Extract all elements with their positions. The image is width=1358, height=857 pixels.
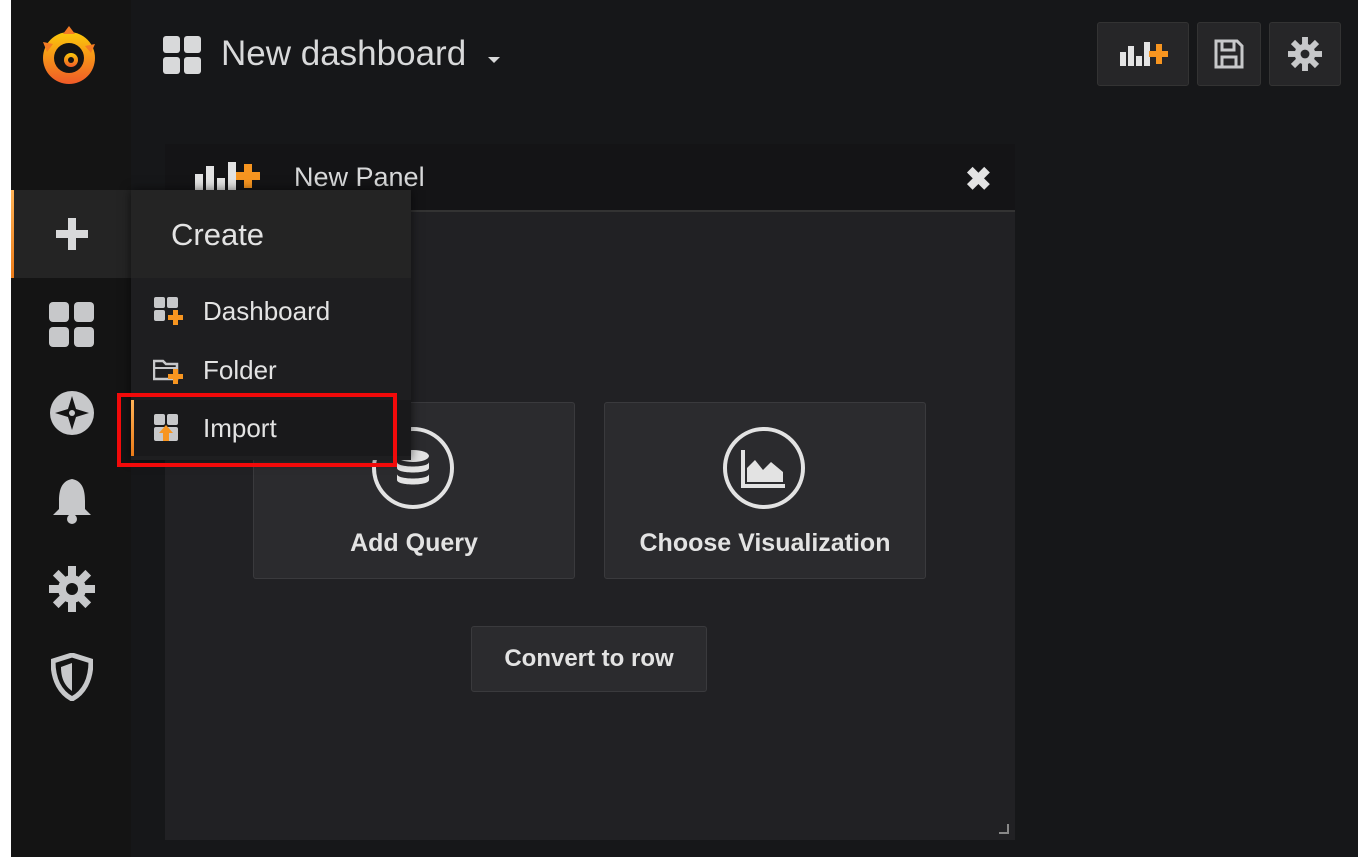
menu-item-folder[interactable]: Folder [131,342,411,398]
folder-plus-icon [152,355,183,390]
resize-handle[interactable] [999,824,1009,834]
add-panel-button[interactable] [1097,22,1189,86]
gear-icon [1288,37,1322,71]
grafana-logo-icon[interactable] [35,22,103,90]
choose-visualization-label: Choose Visualization [639,529,891,557]
dashboard-plus-icon [153,296,183,331]
dashboard-grid-icon [163,36,201,79]
choose-visualization-button[interactable]: Choose Visualization [604,402,926,579]
add-panel-icon [195,162,260,190]
add-query-label: Add Query [350,529,478,557]
explore-icon[interactable] [47,388,97,438]
settings-button[interactable] [1269,22,1341,86]
sidebar-item-create[interactable] [11,190,131,278]
bell-icon[interactable] [47,476,97,526]
create-menu-title: Create [171,217,265,252]
create-menu-header[interactable]: Create [131,190,411,278]
panel-title: New Panel [294,162,425,192]
convert-to-row-button[interactable]: Convert to row [471,626,707,692]
sidebar [11,0,131,857]
save-button[interactable] [1197,22,1261,86]
add-panel-icon [1120,42,1168,66]
area-chart-icon [723,427,805,509]
save-icon [1214,39,1244,69]
menu-item-label: Dashboard [203,296,331,326]
dashboards-icon[interactable] [47,300,97,350]
page-title[interactable]: New dashboard [221,34,466,74]
menu-item-dashboard[interactable]: Dashboard [131,283,411,339]
import-highlight-box [117,393,397,467]
close-icon[interactable]: ✖ [965,160,992,198]
active-indicator [11,190,14,278]
gear-icon[interactable] [47,564,97,614]
chevron-down-icon[interactable] [488,57,500,63]
plus-icon [47,209,97,259]
menu-item-label: Folder [203,355,277,385]
window-edge [0,0,11,857]
shield-icon[interactable] [47,652,97,702]
